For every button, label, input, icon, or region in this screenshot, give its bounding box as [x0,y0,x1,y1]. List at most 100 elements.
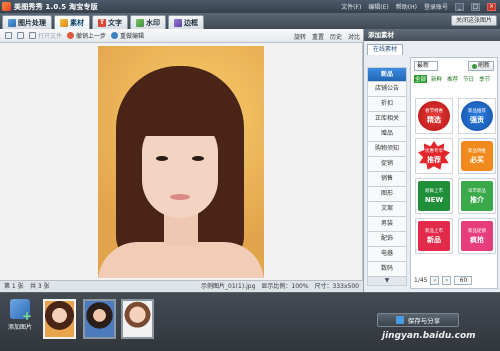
add-image-button[interactable]: 添加图片 [4,299,36,343]
sticker-caption: 优惠专享 [425,149,443,154]
refresh-icon [471,63,477,69]
filter-tag[interactable]: 节日 [462,75,475,83]
filter-tag[interactable]: 推荐 [446,75,459,83]
zoom-out-button[interactable] [17,32,24,39]
frame-icon [174,18,182,27]
sort-select[interactable]: 最新 [414,61,438,71]
close-image-button[interactable]: 关闭这张图片 [450,15,497,26]
sticker-badge: 新鲜上市 NEW [418,181,450,211]
thumbnail-2[interactable] [83,299,116,339]
category-item[interactable]: 数码 [367,262,407,277]
material-content: 最新 刷新 全部 新鲜 推荐 节日 季节 春节特惠 精选 新品推荐 强贡 优惠专享 推荐 新品特推必… [410,57,498,289]
open-file-button[interactable]: 打开文件 [29,31,62,40]
zoom-out-icon [17,32,24,39]
canvas-area[interactable] [0,43,363,280]
menu-file[interactable]: 文件(F) [341,2,361,11]
tab-online-material[interactable]: 在线素材 [367,44,404,55]
text-icon: T [98,18,106,27]
menu-help[interactable]: 帮助(H) [396,2,417,11]
category-item[interactable]: 图形 [367,187,407,202]
sticker-item[interactable]: 新鲜上市 NEW [415,178,453,214]
title-bar: 美图秀秀 1.0.5 淘宝专版 文件(F) 编辑(E) 帮助(H) 登录账号 _… [0,0,500,13]
menu-login[interactable]: 登录账号 [424,2,448,11]
total-count: 共 3 张 [30,283,50,290]
category-item[interactable]: 店铺公告 [367,82,407,97]
category-item[interactable]: 促销 [367,157,407,172]
photo-eye-right [192,156,204,161]
reset-button[interactable]: 重置 [312,32,324,41]
refresh-button[interactable]: 刷新 [467,61,494,71]
undo-icon [67,32,75,39]
app-logo-icon [2,2,11,11]
category-item[interactable]: 销售 [367,172,407,187]
sticker-item[interactable]: 新品促销 疯抢 [458,218,496,254]
save-label: 保存与分享 [407,317,441,325]
sticker-main-text: 疯抢 [470,236,484,244]
maximize-button[interactable]: □ [471,2,480,11]
filter-tag[interactable]: 新鲜 [430,75,443,83]
sticker-badge: 新品特推 必买 [461,141,493,171]
sticker-grid: 春节特惠 精选 新品推荐 强贡 优惠专享 推荐 新品特推 必买 新鲜上市 NEW 早市新品 推介 新品上… [415,98,496,254]
sticker-caption: 新品促销 [468,229,486,234]
thumbnail-image [85,301,114,337]
save-share-button[interactable]: 保存与分享 [377,313,459,327]
sticker-caption: 新鲜上市 [425,189,443,194]
photo-eye-left [156,156,168,161]
sticker-caption: 新品特推 [468,149,486,154]
tab-frame[interactable]: 边框 [168,15,204,29]
sticker-item[interactable]: 新品推荐 强贡 [458,98,496,134]
tab-label: 素材 [70,18,84,27]
tab-label: 水印 [146,18,160,27]
sticker-item[interactable]: 优惠专享 推荐 [415,138,453,174]
app-title: 美图秀秀 1.0.5 淘宝专版 [14,2,98,11]
category-item[interactable]: 正库相关 [367,112,407,127]
toolbar-right: 旋转 重置 历史 对比 [294,29,360,43]
sticker-main-text: 必买 [470,156,484,164]
sticker-badge: 新品促销 疯抢 [461,221,493,251]
sticker-item[interactable]: 新品特推 必买 [458,138,496,174]
category-list: 新品 店铺公告 折扣 正库相关 赠品 购物须知 促销 销售 图形 文案 男装 配饰 电器 数码 ▼ [367,67,407,286]
category-item[interactable]: 电器 [367,247,407,262]
sticker-item[interactable]: 新品上市 新品 [415,218,453,254]
compare-button[interactable]: 对比 [348,32,360,41]
minimize-button[interactable]: _ [455,2,464,11]
sticker-caption: 新品上市 [425,229,443,234]
open-file-label: 打开文件 [38,33,63,40]
history-button[interactable]: 历史 [330,32,342,41]
category-item[interactable]: 新品 [367,67,407,82]
redo-button[interactable]: 重做编辑 [111,31,144,40]
category-item[interactable]: 配饰 [367,232,407,247]
category-item[interactable]: 文案 [367,202,407,217]
prev-page-button[interactable]: ‹ [430,275,440,285]
zoom-in-button[interactable] [5,32,12,39]
tab-text[interactable]: T 文字 [92,15,128,29]
tab-photo-edit[interactable]: 图片处理 [2,15,52,29]
filter-tag[interactable]: 季节 [478,75,491,83]
sticker-item[interactable]: 早市新品 推介 [458,178,496,214]
category-item[interactable]: 男装 [367,217,407,232]
category-scroll-down[interactable]: ▼ [367,277,407,286]
panel-title: 添加素材 [364,29,500,41]
edited-photo[interactable] [98,46,264,278]
rotate-button[interactable]: 旋转 [294,32,306,41]
tab-material[interactable]: 素材 [54,15,90,29]
close-button[interactable]: × [487,2,496,11]
undo-button[interactable]: 撤销上一步 [67,31,106,40]
menu-edit[interactable]: 编辑(E) [368,2,388,11]
sticker-item[interactable]: 春节特惠 精选 [415,98,453,134]
tab-label: 边框 [184,18,198,27]
page-indicator: 1/45 [414,276,428,284]
page-info: 第 1 张 [4,283,24,290]
category-item[interactable]: 折扣 [367,97,407,112]
category-item[interactable]: 购物须知 [367,142,407,157]
filter-tag[interactable]: 全部 [414,75,428,83]
page-size-select[interactable]: 60 [454,275,473,285]
next-page-button[interactable]: › [442,275,452,285]
image-size: 尺寸：333x500 [314,283,359,290]
thumbnail-3[interactable] [121,299,154,339]
sticker-badge: 新品推荐 强贡 [461,101,493,131]
tab-watermark[interactable]: 水印 [130,15,166,29]
thumbnail-1[interactable] [43,299,76,339]
category-item[interactable]: 赠品 [367,127,407,142]
photo-edit-icon [8,18,16,27]
